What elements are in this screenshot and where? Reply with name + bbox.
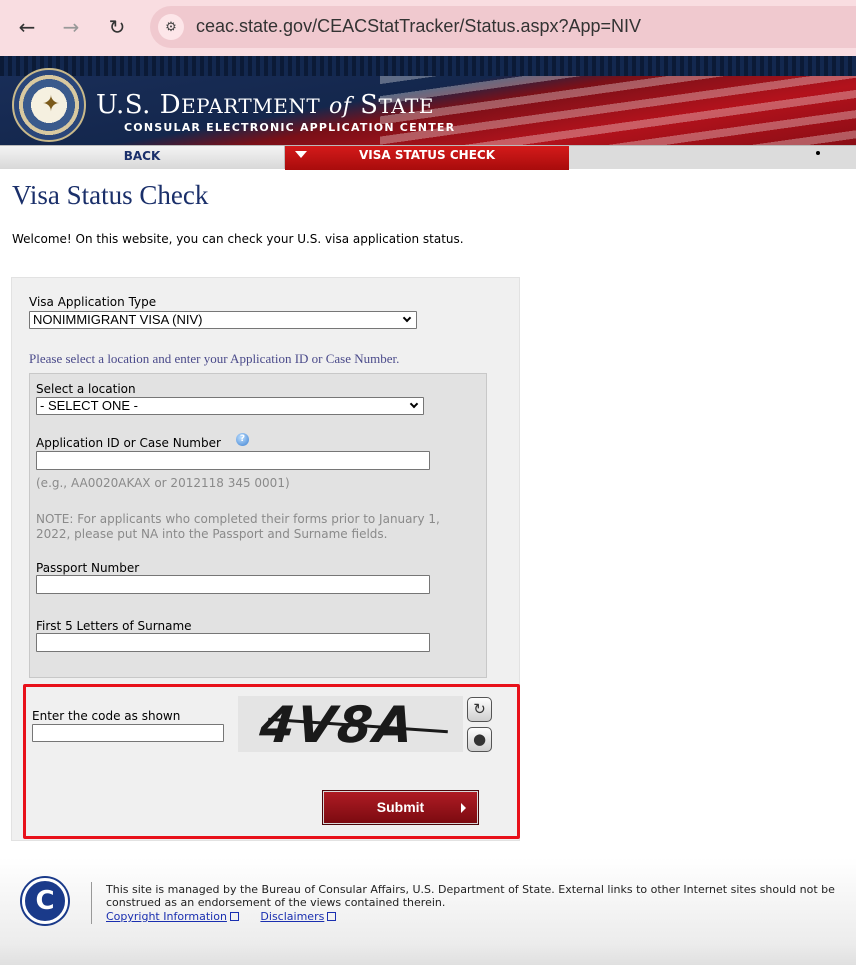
state-department-seal-logo[interactable]: ✦ [12, 68, 86, 142]
captcha-input[interactable] [32, 724, 224, 742]
external-link-icon [229, 912, 239, 921]
tab-label: VISA STATUS CHECK [358, 148, 495, 162]
chevron-down-icon [409, 399, 419, 409]
back-arrow-icon[interactable]: ← [12, 12, 42, 42]
bullet-icon [816, 151, 820, 155]
app-type-label: Visa Application Type [29, 295, 157, 309]
location-label: Select a location [36, 382, 136, 396]
copyright-link[interactable]: Copyright Information [106, 910, 239, 923]
app-id-hint: (e.g., AA0020AKAX or 2012118 345 0001) [36, 476, 290, 490]
surname-input[interactable] [36, 633, 430, 652]
consular-affairs-logo: C [22, 878, 68, 924]
submit-label: Submit [376, 799, 425, 815]
flag-stripes [380, 76, 856, 145]
caret-down-icon [295, 151, 307, 158]
url-text[interactable]: ceac.state.gov/CEACStatTracker/Status.as… [196, 16, 641, 37]
passport-label: Passport Number [36, 561, 140, 575]
submit-button[interactable]: Submit [322, 790, 479, 825]
site-info-icon[interactable]: ⚙ [158, 14, 184, 40]
welcome-text: Welcome! On this website, you can check … [12, 232, 464, 246]
disclaimers-link[interactable]: Disclaimers [260, 910, 337, 923]
captcha-image: 4V8A [238, 696, 463, 752]
footer-disclaimer: This site is managed by the Bureau of Co… [106, 883, 835, 909]
passport-input[interactable] [36, 575, 430, 594]
footer-links: Copyright Information Disclaimers [106, 910, 354, 923]
chevron-down-icon [402, 313, 412, 323]
tab-visa-status-check[interactable]: VISA STATUS CHECK [285, 146, 569, 170]
department-subtitle: CONSULAR ELECTRONIC APPLICATION CENTER [124, 121, 456, 134]
arrow-right-icon [461, 803, 466, 813]
app-type-value: NONIMMIGRANT VISA (NIV) [33, 312, 203, 327]
copyright-link-label: Copyright Information [106, 910, 227, 923]
page-title: Visa Status Check [12, 180, 209, 210]
footer-divider [91, 882, 92, 924]
surname-label: First 5 Letters of Surname [36, 619, 192, 633]
app-id-label: Application ID or Case Number [36, 436, 221, 450]
header-top-band [0, 56, 856, 76]
app-type-select[interactable]: NONIMMIGRANT VISA (NIV) [29, 311, 417, 329]
refresh-captcha-icon[interactable]: ↻ [467, 697, 492, 722]
department-title: U.S. DEPARTMENT of STATE [96, 90, 434, 120]
audio-captcha-icon[interactable]: ● [467, 727, 492, 752]
external-link-icon [327, 912, 337, 921]
note-text: NOTE: For applicants who completed their… [36, 512, 440, 541]
location-select[interactable]: - SELECT ONE - [36, 397, 424, 415]
site-header: ✦ U.S. DEPARTMENT of STATE CONSULAR ELEC… [0, 56, 856, 145]
eagle-icon: ✦ [41, 92, 61, 117]
captcha-label: Enter the code as shown [32, 709, 181, 723]
back-nav-button[interactable]: BACK [0, 146, 285, 169]
address-bar[interactable]: ⚙ ceac.state.gov/CEACStatTracker/Status.… [150, 6, 856, 48]
help-icon[interactable]: ? [236, 433, 249, 446]
app-id-input[interactable] [36, 451, 430, 470]
location-value: - SELECT ONE - [40, 398, 139, 413]
browser-toolbar: ← → ↻ ⚙ ceac.state.gov/CEACStatTracker/S… [0, 0, 856, 56]
nav-bar: BACK VISA STATUS CHECK [0, 145, 856, 170]
reload-icon[interactable]: ↻ [102, 12, 132, 42]
forward-arrow-icon[interactable]: → [56, 12, 86, 42]
instructions-text: Please select a location and enter your … [29, 351, 400, 366]
disclaimers-link-label: Disclaimers [260, 910, 325, 923]
